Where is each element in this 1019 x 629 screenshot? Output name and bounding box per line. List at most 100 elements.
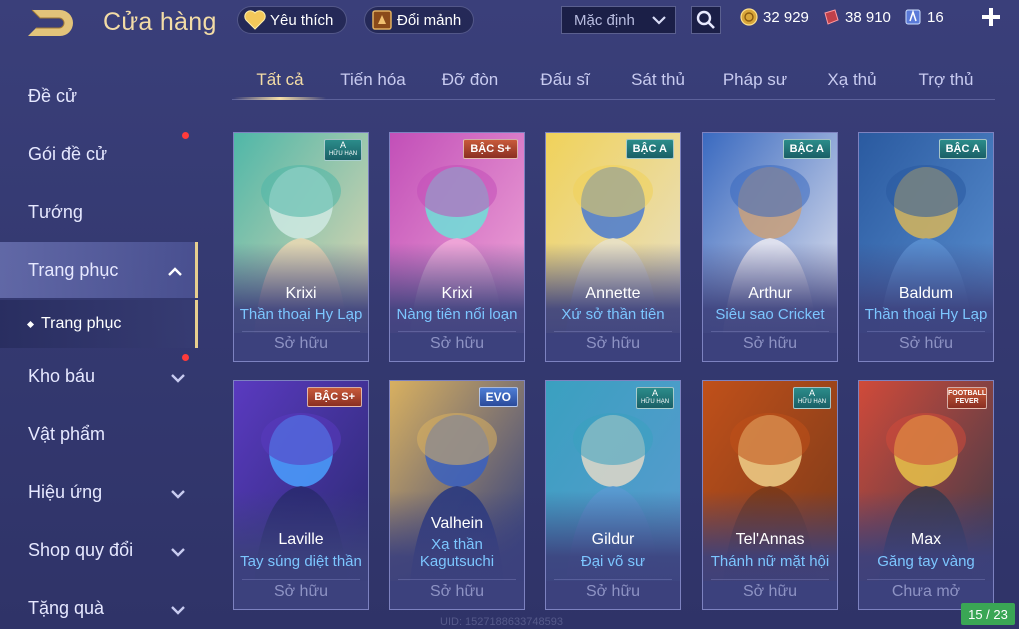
tab-tank[interactable]: Đỡ đòn — [438, 70, 502, 90]
skin-name: Nàng tiên nổi loạn — [396, 306, 518, 323]
sidebar-item-skins[interactable]: Trang phục — [0, 242, 198, 298]
skin-name: Xạ thần Kagutsuchi — [419, 536, 495, 570]
sidebar-item-treasure[interactable]: Kho báu — [0, 348, 198, 404]
sidebar-item-label: Kho báu — [28, 365, 96, 386]
sidebar-item-gifts[interactable]: Tặng quà — [0, 580, 198, 629]
favorites-button[interactable]: Yêu thích — [237, 6, 347, 34]
back-button[interactable] — [26, 6, 82, 40]
sidebar-subitem-label: Trang phục — [41, 315, 122, 332]
chevron-down-icon — [170, 484, 186, 505]
ownership-status: Sở hữu — [742, 335, 798, 352]
heart-icon — [244, 9, 266, 31]
fragments-exchange-button[interactable]: Đổi mảnh — [364, 6, 474, 34]
top-bar: Cửa hàng Yêu thích Đổi mảnh Mặc định 32 … — [0, 0, 1019, 44]
voucher-currency: 38 910 — [822, 8, 891, 26]
voucher-icon — [822, 8, 840, 26]
tab-support[interactable]: Trợ thủ — [916, 70, 976, 90]
page-indicator: 15 / 23 — [961, 603, 1015, 625]
tier-badge-label: A — [651, 388, 658, 398]
ownership-status: Sở hữu — [585, 583, 641, 600]
skin-name: Thánh nữ mặt hội — [710, 553, 830, 570]
tier-badge: A HỮU HẠN — [324, 139, 362, 161]
tab-assassin[interactable]: Sát thủ — [630, 70, 686, 90]
sidebar-item-recommended[interactable]: Đề cử — [0, 68, 198, 124]
ownership-status: Chưa mở — [891, 583, 961, 600]
skin-name: Xứ sở thần tiên — [561, 306, 665, 323]
sidebar-item-label: Vật phẩm — [28, 423, 106, 444]
skin-card[interactable]: A HỮU HẠN Tel'Annas Thánh nữ mặt hội Sở hữu — [702, 380, 838, 610]
tier-badge-sublabel: HỮU HẠN — [797, 399, 827, 405]
quan-huy-icon — [904, 8, 922, 26]
tier-badge: BẬC A — [625, 139, 674, 159]
tab-marksman[interactable]: Xạ thủ — [824, 70, 880, 90]
ownership-status: Sở hữu — [429, 335, 485, 352]
gold-coin-icon — [740, 8, 758, 26]
skin-card[interactable]: BẬC A Arthur Siêu sao Cricket Sở hữu — [702, 132, 838, 362]
skin-name: Đại võ sư — [580, 553, 646, 570]
hero-name: Arthur — [748, 285, 792, 302]
tier-badge: A HỮU HẠN — [636, 387, 674, 409]
sidebar-item-effects[interactable]: Hiệu ứng — [0, 464, 198, 520]
fragment-icon — [371, 9, 393, 31]
tier-badge: BẬC A — [938, 139, 987, 159]
sidebar-item-recommended-packs[interactable]: Gói đề cử — [0, 126, 198, 182]
hero-name: Baldum — [898, 285, 954, 302]
sidebar-item-heroes[interactable]: Tướng — [0, 184, 198, 240]
plus-icon — [982, 8, 1000, 26]
skin-name: Siêu sao Cricket — [715, 306, 825, 323]
ownership-status: Sở hữu — [585, 335, 641, 352]
gold-currency: 32 929 — [740, 8, 809, 26]
chevron-up-icon — [167, 262, 183, 283]
category-tabs: Tất cả Tiến hóa Đỡ đòn Đấu sĩ Sát thủ Ph… — [232, 62, 995, 100]
skin-card[interactable]: BẬC A Baldum Thần thoại Hy Lạp Sở hữu — [858, 132, 994, 362]
ownership-status: Sở hữu — [898, 335, 954, 352]
tab-all[interactable]: Tất cả — [252, 70, 308, 90]
skin-card[interactable]: BẬC S+ Laville Tay súng diệt thần Sở hữu — [233, 380, 369, 610]
sidebar-item-exchange-shop[interactable]: Shop quy đổi — [0, 522, 198, 578]
search-button[interactable] — [691, 6, 721, 34]
add-currency-button[interactable] — [980, 6, 1002, 28]
card-divider — [554, 579, 672, 580]
skin-card[interactable]: FOOTBALL FEVER Max Găng tay vàng Chưa mở — [858, 380, 994, 610]
chevron-down-icon — [170, 600, 186, 621]
tier-badge-label: A — [339, 140, 346, 150]
ownership-status: Sở hữu — [273, 583, 329, 600]
skin-name: Tay súng diệt thần — [240, 553, 362, 570]
hero-name: Krixi — [285, 285, 317, 302]
sort-select[interactable]: Mặc định — [561, 6, 676, 34]
tier-badge: EVO — [478, 387, 518, 407]
tier-badge: FOOTBALL FEVER — [947, 387, 987, 409]
notification-dot — [182, 354, 189, 361]
page-title: Cửa hàng — [103, 8, 217, 36]
hero-name: Laville — [278, 531, 324, 548]
skin-card[interactable]: BẬC A Annette Xứ sở thần tiên Sở hữu — [545, 132, 681, 362]
skin-card[interactable]: A HỮU HẠN Gildur Đại võ sư Sở hữu — [545, 380, 681, 610]
hero-name: Tel'Annas — [735, 531, 805, 548]
chevron-down-icon — [651, 13, 667, 31]
ownership-status: Sở hữu — [429, 583, 485, 600]
user-id: UID: 1527188633748593 — [440, 616, 563, 628]
active-tab-indicator — [234, 97, 326, 100]
sidebar-item-items[interactable]: Vật phẩm — [0, 406, 198, 462]
sidebar-subitem-skins[interactable]: Trang phục — [0, 300, 198, 348]
card-divider — [398, 331, 516, 332]
tier-badge-label: A — [808, 388, 815, 398]
hero-name: Valhein — [430, 515, 484, 532]
voucher-amount: 38 910 — [845, 8, 891, 26]
skin-name: Găng tay vàng — [877, 553, 975, 570]
skin-card[interactable]: EVO Valhein Xạ thần Kagutsuchi Sở hữu — [389, 380, 525, 610]
hero-name: Annette — [585, 285, 641, 302]
ownership-status: Sở hữu — [742, 583, 798, 600]
tab-fighter[interactable]: Đấu sĩ — [538, 70, 592, 90]
sidebar-item-label: Đề cử — [28, 85, 78, 106]
skin-card[interactable]: A HỮU HẠN Krixi Thần thoại Hy Lạp Sở hữu — [233, 132, 369, 362]
skin-card[interactable]: BẬC S+ Krixi Nàng tiên nổi loạn Sở hữu — [389, 132, 525, 362]
sort-value: Mặc định — [574, 11, 635, 29]
tab-mage[interactable]: Pháp sư — [722, 70, 788, 90]
hero-name: Max — [910, 531, 942, 548]
card-divider — [554, 331, 672, 332]
sidebar-item-label: Tặng quà — [28, 597, 105, 618]
quan-huy-currency: 16 — [904, 8, 944, 26]
tab-evolution[interactable]: Tiến hóa — [338, 70, 408, 90]
quan-huy-amount: 16 — [927, 8, 944, 26]
